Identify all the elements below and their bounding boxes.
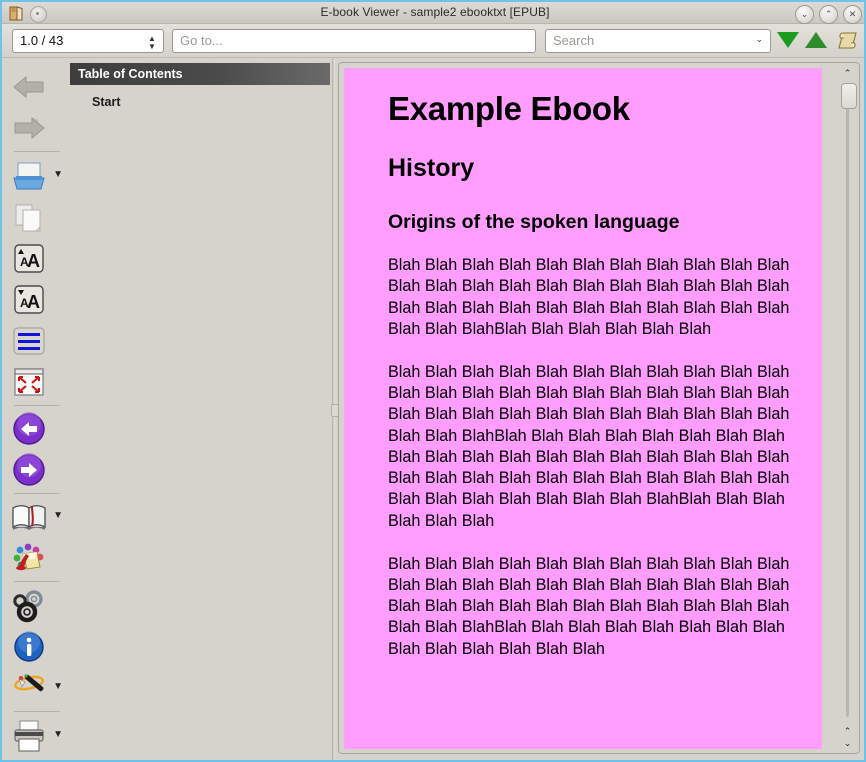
- search-input[interactable]: Search: [553, 33, 594, 48]
- open-book-icon: [12, 505, 46, 530]
- document-section: Origins of the spoken language: [388, 210, 680, 233]
- sidebar-separator: [14, 581, 60, 582]
- font-smaller-icon: A A: [14, 285, 44, 314]
- sidebar-item-fullscreen[interactable]: [10, 362, 62, 402]
- side-toolbar: ▼ A A A A ▼ ▼ ▼: [4, 59, 68, 760]
- sidebar-item-back[interactable]: [10, 67, 62, 107]
- content-vertical-scrollbar[interactable]: ⌃ ⌃ ⌄: [838, 65, 857, 751]
- sidebar-separator: [14, 151, 60, 152]
- page-position-value: 1.0 / 43: [20, 33, 64, 48]
- chevron-down-icon[interactable]: ⌄: [755, 34, 763, 45]
- chevron-down-icon[interactable]: ▼: [53, 730, 63, 740]
- spinner-down-icon[interactable]: ▼: [148, 42, 156, 50]
- table-of-contents-panel: Table of Contents Start: [68, 59, 330, 760]
- sidebar-separator: [14, 493, 60, 494]
- sidebar-item-decrease-font[interactable]: A A: [10, 280, 62, 320]
- sidebar-separator: [14, 405, 60, 406]
- paint-bucket-icon: [13, 543, 44, 571]
- scroll-down-icon[interactable]: ⌄: [841, 737, 854, 748]
- fullscreen-arrows-icon: [14, 368, 44, 396]
- info-icon: [14, 631, 44, 662]
- title-bar: E-book Viewer - sample2 ebooktxt [EPUB] …: [2, 2, 864, 24]
- chevron-down-icon[interactable]: ▼: [53, 511, 63, 521]
- toc-entry-start[interactable]: Start: [92, 95, 120, 109]
- gears-icon: [13, 590, 43, 623]
- goto-input[interactable]: Go to...: [172, 29, 536, 53]
- maximize-button[interactable]: ⌃: [819, 5, 838, 24]
- sidebar-item-print[interactable]: ▼: [10, 716, 63, 756]
- scrollbar-thumb[interactable]: [841, 83, 857, 109]
- sidebar-item-open-ebook[interactable]: ▼: [10, 156, 63, 196]
- toc-header: Table of Contents: [70, 63, 330, 85]
- copy-pages-icon: [15, 204, 41, 232]
- sidebar-item-increase-font[interactable]: A A: [10, 239, 62, 279]
- sidebar-item-tools[interactable]: ▼: [10, 668, 63, 708]
- purple-back-arrow-icon: [13, 412, 45, 445]
- spinner-arrows[interactable]: ▲ ▼: [146, 32, 158, 52]
- open-folder-icon: [13, 162, 45, 190]
- ebook-page[interactable]: Example Ebook History Origins of the spo…: [344, 68, 822, 749]
- document-title: Example Ebook: [388, 90, 630, 127]
- sidebar-item-paged-mode[interactable]: [10, 321, 62, 361]
- document-paragraph: Blah Blah Blah Blah Blah Blah Blah Blah …: [388, 554, 790, 658]
- magic-wand-icon: [14, 674, 44, 692]
- purple-forward-arrow-icon: [13, 453, 45, 486]
- page-position-spinner[interactable]: 1.0 / 43 ▲ ▼: [12, 29, 164, 53]
- main-toolbar: 1.0 / 43 ▲ ▼ Go to... Search ⌄: [2, 24, 864, 58]
- panel-splitter[interactable]: [331, 59, 340, 760]
- document-paragraph: Blah Blah Blah Blah Blah Blah Blah Blah …: [388, 362, 790, 530]
- sidebar-item-highlight[interactable]: [10, 538, 62, 578]
- scrollbar-track[interactable]: [846, 93, 849, 717]
- document-chapter: History: [388, 153, 475, 182]
- ebook-content-frame: Example Ebook History Origins of the spo…: [338, 62, 860, 754]
- find-next-icon[interactable]: [777, 32, 799, 48]
- window-title: E-book Viewer - sample2 ebooktxt [EPUB]: [320, 5, 550, 19]
- close-button[interactable]: ✕: [843, 5, 862, 24]
- minimize-button[interactable]: ⌄: [795, 5, 814, 24]
- document-paragraph: Blah Blah Blah Blah Blah Blah Blah Blah …: [388, 256, 790, 338]
- scroll-up-icon[interactable]: ⌃: [841, 67, 854, 78]
- window-controls: ⌄ ⌃ ✕: [795, 5, 862, 24]
- reference-mode-icon[interactable]: [835, 29, 859, 53]
- sidebar-item-preferences[interactable]: [10, 586, 62, 626]
- chevron-down-icon[interactable]: ▼: [53, 682, 63, 692]
- sidebar-item-metadata[interactable]: [10, 627, 62, 667]
- svg-text:A: A: [27, 251, 40, 271]
- sidebar-item-forward[interactable]: [10, 108, 62, 148]
- chevron-down-icon[interactable]: ▼: [53, 170, 63, 180]
- find-previous-icon[interactable]: [805, 32, 827, 48]
- spinner-up-icon[interactable]: ▲: [148, 34, 156, 42]
- ebook-viewer-window: E-book Viewer - sample2 ebooktxt [EPUB] …: [0, 0, 866, 762]
- search-combobox[interactable]: Search ⌄: [545, 29, 771, 53]
- sidebar-item-next-page[interactable]: [10, 450, 62, 490]
- sidebar-item-bookmarks[interactable]: ▼: [10, 497, 63, 537]
- sidebar-separator: [14, 711, 60, 712]
- gray-left-arrow-icon: [13, 75, 44, 99]
- svg-text:A: A: [27, 292, 40, 312]
- paged-lines-icon: [13, 327, 45, 355]
- printer-icon: [14, 720, 44, 752]
- scroll-up-icon-bottom[interactable]: ⌃: [841, 725, 854, 736]
- gray-right-arrow-icon: [14, 116, 45, 140]
- sidebar-item-previous-page[interactable]: [10, 409, 62, 449]
- sidebar-item-copy[interactable]: [10, 198, 62, 238]
- font-larger-icon: A A: [14, 244, 44, 273]
